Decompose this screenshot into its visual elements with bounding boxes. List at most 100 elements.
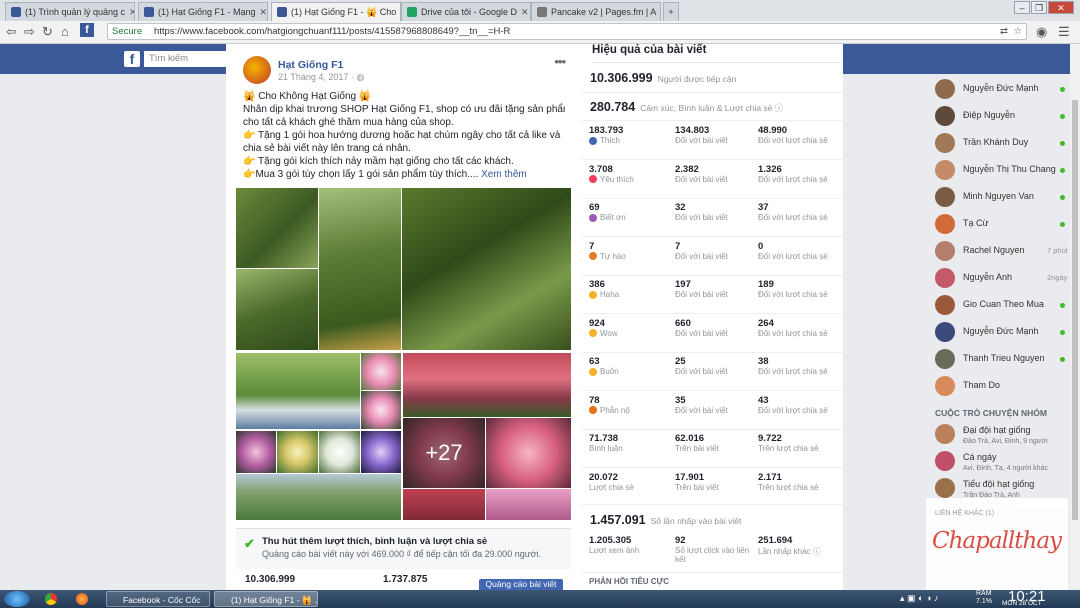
insight-label: Đối với bài viết: [675, 329, 755, 338]
chat-contact[interactable]: Nguyễn Thị Thu Chang: [935, 160, 1070, 182]
insight-label-text: Đối với lượt chia sẻ: [758, 405, 828, 415]
divider: [582, 467, 843, 468]
tab-favicon-icon: [407, 7, 417, 17]
online-indicator: [1060, 330, 1065, 335]
taskbar-item-hatgiong[interactable]: (1) Hạt Giống F1 - 🙀 ...: [214, 591, 318, 607]
minimize-icon[interactable]: –: [1014, 1, 1030, 14]
browser-menu-icon[interactable]: ☰: [1058, 24, 1070, 40]
url-text[interactable]: https://www.facebook.com/hatgiongchuanf1…: [154, 24, 510, 39]
facebook-bookmark-icon[interactable]: f: [80, 23, 94, 37]
tray-icons[interactable]: ▴ ▣ ◐ ◑ ♪: [900, 593, 938, 604]
browser-tab[interactable]: (1) Trình quản lý quảng c✕: [5, 2, 135, 21]
tab-close-icon[interactable]: ✕: [656, 7, 660, 18]
insight-label-text: Lượt chia sẻ: [589, 482, 634, 492]
post-photo[interactable]: [236, 353, 360, 429]
insight-label: Đối với lượt chia sẻ: [758, 367, 838, 376]
insight-value: 924: [589, 317, 605, 329]
new-tab-button[interactable]: +: [663, 2, 679, 21]
post-photo[interactable]: [403, 353, 571, 417]
reload-icon[interactable]: ↻: [42, 24, 53, 40]
insight-cell: 20.072 Lượt chia sẻ: [589, 472, 669, 492]
post-photo[interactable]: [361, 391, 401, 429]
post-photo[interactable]: [277, 431, 318, 473]
link-clicks-value: 92: [675, 535, 686, 546]
insight-label: Yêu thích: [589, 175, 669, 184]
insight-value: 183.793: [589, 125, 624, 136]
post-photo[interactable]: [402, 188, 571, 350]
chrome-taskbar-icon[interactable]: [45, 593, 57, 605]
page-avatar[interactable]: [243, 56, 271, 84]
tab-close-icon[interactable]: ✕: [125, 7, 134, 18]
taskbar-item-coccoc[interactable]: Facebook - Cốc Cốc: [106, 591, 210, 607]
insight-cell: 32 Đối với bài viết: [675, 202, 755, 222]
browser-tab[interactable]: Drive của tôi - Google D ✕: [401, 2, 531, 21]
post-photo[interactable]: [236, 431, 276, 473]
more-options-icon[interactable]: •••: [554, 54, 566, 69]
post-line-text: 👉 Tặng gói kích thích nảy mầm hạt giống …: [243, 156, 514, 167]
translate-icon[interactable]: ⇄: [1000, 24, 1008, 39]
divider: [582, 390, 843, 391]
insight-value: 43: [758, 394, 769, 406]
chat-contact[interactable]: Nguyễn Anh 2ngày: [935, 268, 1070, 290]
post-photo[interactable]: [236, 269, 318, 350]
browser-tab[interactable]: (1) Hạt Giống F1 - 🙀 Cho✕: [271, 2, 401, 21]
boost-post-button[interactable]: Quảng cáo bài viết: [479, 579, 563, 590]
tab-close-icon[interactable]: ✕: [517, 7, 529, 18]
chat-contact[interactable]: Rachel Nguyen 7 phút: [935, 241, 1070, 263]
chat-contact[interactable]: Gio Cuan Theo Mua: [935, 295, 1070, 317]
address-bar[interactable]: Secure https://www.facebook.com/hatgiong…: [107, 23, 1027, 40]
group-chat[interactable]: Đại đội hạt giống Đào Trà, Avi, Đinh, 9 n…: [935, 424, 1070, 446]
extension-icon[interactable]: ◉: [1036, 24, 1047, 40]
boost-promo: ✔ Thu hút thêm lượt thích, bình luận và …: [236, 528, 571, 569]
insight-label-text: Đối với bài viết: [675, 251, 728, 261]
browser-tab[interactable]: Pancake v2 | Pages.fm | A✕: [531, 2, 661, 21]
tab-close-icon[interactable]: ✕: [256, 7, 267, 18]
clock-date[interactable]: MON 28 OCT: [1002, 600, 1042, 607]
chat-contact[interactable]: Tham Do: [935, 376, 1070, 398]
back-icon[interactable]: ⇦: [6, 24, 17, 40]
post-photo[interactable]: [319, 431, 360, 473]
chat-contact[interactable]: Nguyễn Đức Mạnh: [935, 322, 1070, 344]
insight-value: 2.171: [758, 471, 782, 483]
insight-value: 7: [675, 240, 681, 252]
post-photo[interactable]: [486, 489, 571, 520]
home-icon[interactable]: ⌂: [61, 24, 69, 40]
post-photo[interactable]: [361, 353, 401, 390]
insight-label: Đối với bài viết: [675, 290, 755, 299]
post-photo[interactable]: [236, 188, 318, 268]
facebook-search-input[interactable]: Tìm kiếm: [144, 51, 228, 67]
chat-contact[interactable]: Trần Khánh Duy: [935, 133, 1070, 155]
post-photo-more[interactable]: +27: [403, 418, 485, 488]
post-photo[interactable]: [486, 418, 571, 488]
chat-contact[interactable]: Điệp Nguyễn: [935, 106, 1070, 128]
insight-label: Lượt chia sẻ: [589, 483, 669, 492]
page-name[interactable]: Hạt Giống F1: [278, 59, 343, 71]
chat-contact[interactable]: Thanh Trieu Nguyen: [935, 349, 1070, 371]
post-date[interactable]: 21 Tháng 4, 2017 · ◍: [278, 72, 364, 83]
post-text-line: 👉 Tặng gói kích thích nảy mầm hạt giống …: [243, 155, 565, 168]
post-photo[interactable]: [403, 489, 485, 520]
browser-tab[interactable]: (1) Hạt Giống F1 - Mạng ✕: [138, 2, 268, 21]
reaction-icon: [589, 175, 597, 183]
chat-contact[interactable]: Nguyễn Đức Mạnh: [935, 79, 1070, 101]
insight-cell: 386 Haha: [589, 279, 669, 299]
chat-contact[interactable]: Tạ Cừ: [935, 214, 1070, 236]
post-photo[interactable]: [319, 188, 401, 350]
group-chat[interactable]: Tiểu đội hạt giống Trần Đào Trà, Anh: [935, 478, 1070, 500]
group-chat[interactable]: Cá ngáy Avi, Đinh, Tạ, 4 người khác: [935, 451, 1070, 473]
other-clicks-value: 251.694: [758, 535, 793, 546]
see-more-link[interactable]: Xem thêm: [481, 169, 527, 180]
insight-label: Bình luận: [589, 444, 669, 453]
bookmark-star-icon[interactable]: ☆: [1013, 24, 1022, 39]
maximize-icon[interactable]: ❐: [1031, 1, 1047, 14]
insight-cell: 134.803 Đối với bài viết: [675, 125, 755, 145]
post-photo[interactable]: [361, 431, 401, 473]
close-window-icon[interactable]: ✕: [1048, 1, 1074, 14]
start-button-icon[interactable]: [4, 591, 30, 607]
facebook-logo-icon[interactable]: f: [124, 51, 140, 67]
scrollbar-thumb[interactable]: [1072, 100, 1078, 520]
forward-icon[interactable]: ⇨: [24, 24, 35, 40]
firefox-taskbar-icon[interactable]: [76, 593, 88, 605]
post-photo[interactable]: [236, 474, 401, 520]
chat-contact[interactable]: Minh Nguyen Van: [935, 187, 1070, 209]
